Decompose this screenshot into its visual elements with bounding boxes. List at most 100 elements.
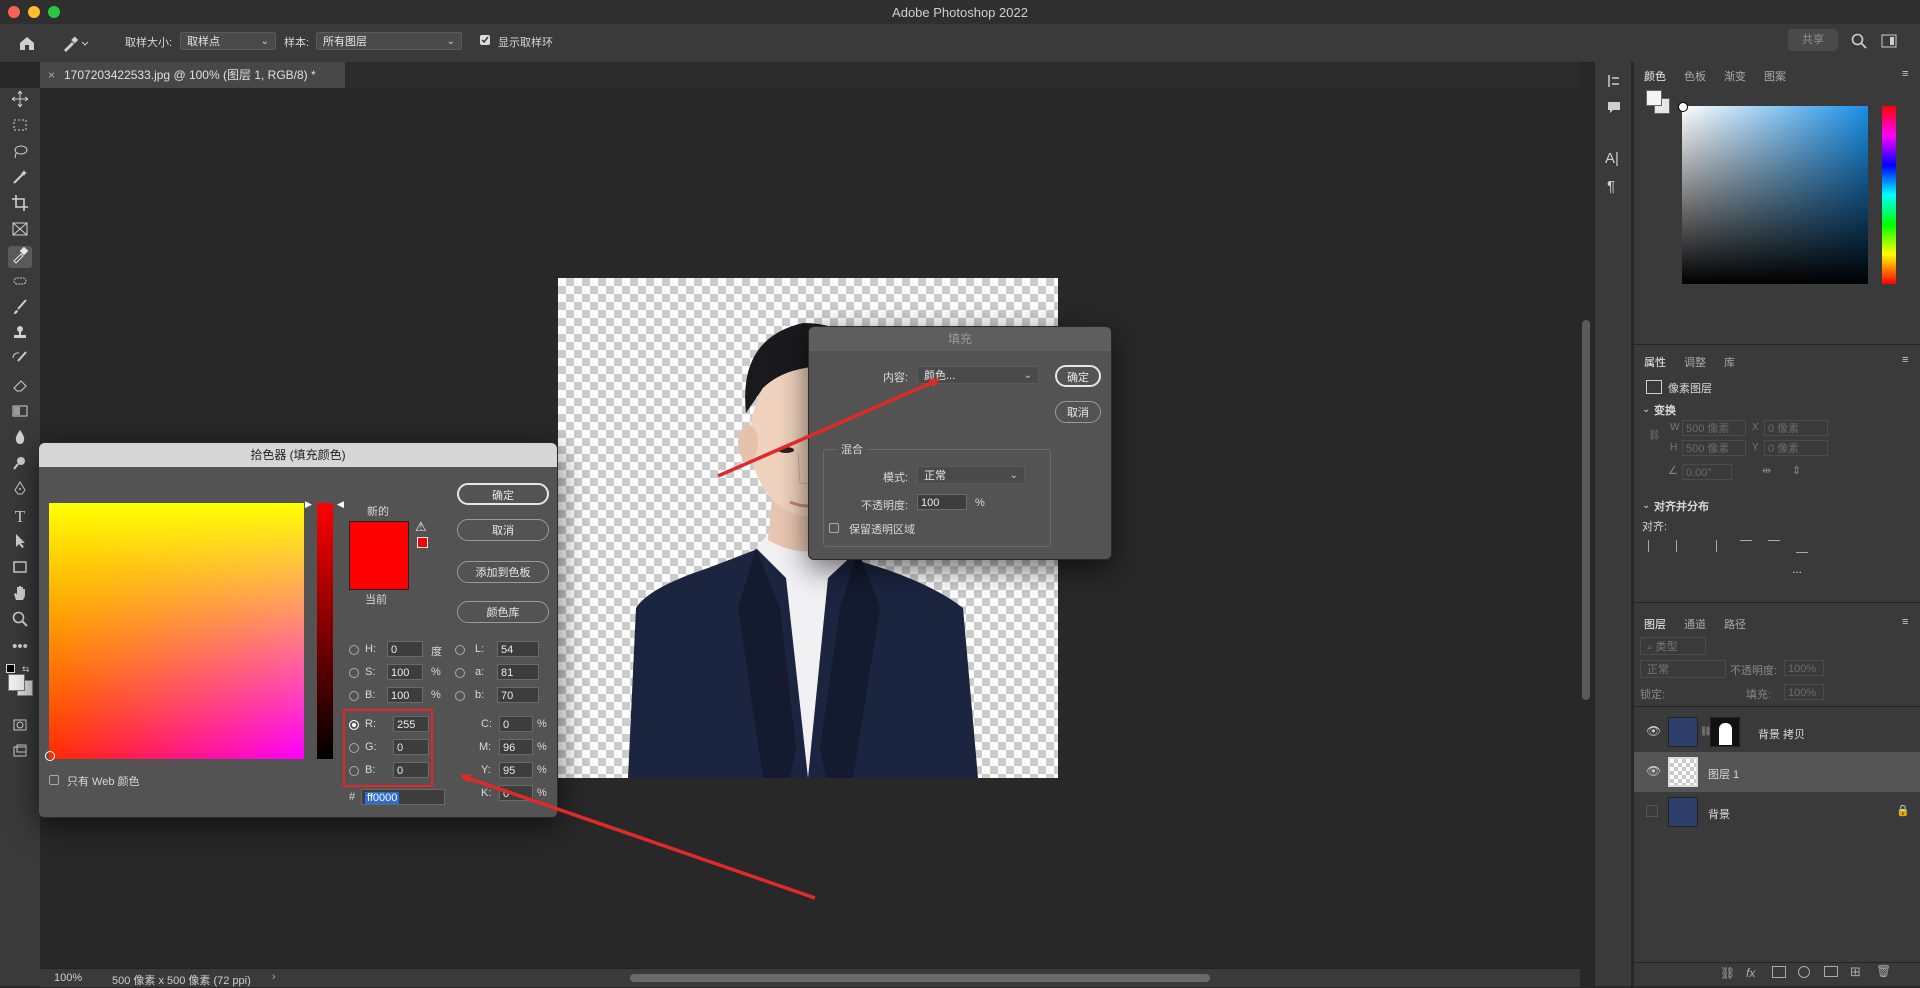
cancel-button[interactable]: 取消 — [1055, 401, 1101, 423]
a-radio[interactable] — [455, 668, 465, 678]
color-libraries-button[interactable]: 颜色库 — [457, 601, 549, 623]
search-icon[interactable] — [1850, 32, 1868, 50]
a-input[interactable]: 81 — [497, 664, 539, 680]
y-input[interactable]: 0 像素 — [1764, 440, 1828, 456]
c-input[interactable]: 0 — [499, 716, 533, 732]
tab-properties[interactable]: 属性 — [1644, 354, 1666, 370]
lasso-tool-icon[interactable] — [8, 142, 32, 164]
delete-layer-icon[interactable]: 🗑 — [1876, 964, 1891, 978]
frame-tool-icon[interactable] — [8, 220, 32, 242]
value-slider[interactable] — [317, 503, 333, 759]
tab-libraries[interactable]: 库 — [1724, 354, 1735, 370]
width-input[interactable]: 500 像素 — [1682, 420, 1746, 436]
stamp-tool-icon[interactable] — [8, 324, 32, 346]
horizontal-scrollbar[interactable] — [630, 974, 1210, 982]
blur-tool-icon[interactable] — [8, 428, 32, 450]
layer-row[interactable]: 👁 图层 1 — [1634, 752, 1920, 792]
paragraph-panel-icon[interactable]: ¶ — [1607, 178, 1625, 196]
h-input[interactable]: 0 — [387, 641, 423, 657]
color-field-cursor[interactable] — [1678, 102, 1688, 112]
align-top-icon[interactable] — [1740, 540, 1752, 553]
vertical-scrollbar[interactable] — [1582, 320, 1590, 700]
show-ring-checkbox[interactable] — [480, 35, 490, 45]
l-input[interactable]: 54 — [497, 641, 539, 657]
s-radio[interactable] — [349, 668, 359, 678]
color-field[interactable] — [1678, 102, 1868, 284]
blend-mode-select[interactable]: 正常 — [1640, 660, 1726, 678]
x-input[interactable]: 0 像素 — [1764, 420, 1828, 436]
k-input[interactable]: 0 — [499, 785, 533, 801]
path-selection-tool-icon[interactable] — [8, 532, 32, 554]
group-folder-icon[interactable] — [1824, 966, 1838, 977]
layer-row[interactable]: 👁 ⛓ 背景 拷贝 — [1634, 712, 1920, 752]
healing-brush-tool-icon[interactable] — [8, 272, 32, 294]
gamut-warning-swatch[interactable] — [417, 537, 428, 548]
sample-select[interactable]: 所有图层 ⌄ — [316, 32, 462, 50]
default-colors-icon[interactable] — [6, 664, 15, 673]
magic-wand-tool-icon[interactable] — [8, 168, 32, 190]
gradient-tool-icon[interactable] — [8, 402, 32, 424]
current-color-swatch[interactable] — [349, 555, 409, 590]
workspace-icon[interactable] — [1880, 32, 1898, 50]
type-tool-icon[interactable]: T — [8, 506, 32, 528]
eyedropper-tool-icon[interactable] — [8, 246, 32, 268]
mode-select[interactable]: 正常 ⌄ — [917, 466, 1025, 484]
eyedropper-tool-preset-icon[interactable] — [60, 32, 90, 54]
opacity-input[interactable]: 100 — [917, 494, 967, 510]
tab-adjustments[interactable]: 调整 — [1684, 354, 1706, 370]
panel-menu-icon[interactable]: ≡ — [1902, 616, 1908, 628]
quick-mask-icon[interactable] — [8, 716, 32, 738]
align-center-v-icon[interactable] — [1768, 540, 1780, 553]
hue-slider[interactable] — [1882, 106, 1896, 284]
tab-channels[interactable]: 通道 — [1684, 616, 1706, 632]
web-colors-checkbox[interactable] — [49, 775, 59, 785]
bv-radio[interactable] — [349, 691, 359, 701]
tab-layers[interactable]: 图层 — [1644, 616, 1666, 632]
sample-size-select[interactable]: 取样点 ⌄ — [180, 32, 276, 50]
tab-paths[interactable]: 路径 — [1724, 616, 1746, 632]
flip-vertical-icon[interactable]: ⇕ — [1792, 464, 1801, 477]
comments-panel-icon[interactable] — [1605, 98, 1623, 116]
document-tab[interactable]: × 1707203422533.jpg @ 100% (图层 1, RGB/8)… — [40, 62, 345, 88]
align-left-icon[interactable] — [1648, 540, 1661, 552]
slider-right-arrow-icon[interactable]: ◀ — [337, 499, 344, 510]
visibility-eye-icon[interactable]: 👁 — [1646, 724, 1661, 738]
l-radio[interactable] — [455, 645, 465, 655]
history-brush-tool-icon[interactable] — [8, 350, 32, 372]
b-lab-radio[interactable] — [455, 691, 465, 701]
y-input[interactable]: 95 — [499, 762, 533, 778]
new-layer-icon[interactable]: ⊞ — [1850, 964, 1861, 980]
pen-tool-icon[interactable] — [8, 480, 32, 502]
link-icon[interactable]: ⛓ — [1648, 430, 1661, 441]
color-field-cursor[interactable] — [45, 751, 55, 761]
tab-gradients[interactable]: 渐变 — [1724, 68, 1746, 84]
chevron-right-icon[interactable]: › — [272, 971, 276, 983]
more-tools-icon[interactable]: ••• — [8, 636, 32, 658]
visibility-toggle[interactable] — [1646, 805, 1658, 817]
foreground-color-swatch[interactable] — [8, 674, 25, 691]
link-layers-icon[interactable]: ⛓ — [1720, 966, 1735, 980]
b-lab-input[interactable]: 70 — [497, 687, 539, 703]
cancel-button[interactable]: 取消 — [457, 519, 549, 541]
zoom-level[interactable]: 100% — [54, 972, 82, 984]
tab-color[interactable]: 颜色 — [1644, 68, 1666, 84]
hand-tool-icon[interactable] — [8, 584, 32, 606]
close-tab-icon[interactable]: × — [48, 62, 55, 88]
dodge-tool-icon[interactable] — [8, 454, 32, 476]
m-input[interactable]: 96 — [499, 739, 533, 755]
panel-menu-icon[interactable]: ≡ — [1902, 68, 1908, 80]
crop-tool-icon[interactable] — [8, 194, 32, 216]
layer-filter-select[interactable]: ⌕ 类型 — [1640, 637, 1706, 655]
s-input[interactable]: 100 — [387, 664, 423, 680]
angle-input[interactable]: 0.00° — [1682, 464, 1732, 480]
eraser-tool-icon[interactable] — [8, 376, 32, 398]
home-icon[interactable] — [16, 32, 38, 54]
warning-icon[interactable]: ⚠ — [415, 519, 427, 535]
ok-button[interactable]: 确定 — [1055, 365, 1101, 387]
slider-left-arrow-icon[interactable]: ▶ — [305, 499, 312, 510]
add-to-swatches-button[interactable]: 添加到色板 — [457, 561, 549, 583]
fg-bg-swatch[interactable] — [1646, 90, 1670, 114]
ok-button[interactable]: 确定 — [457, 483, 549, 505]
hex-input[interactable]: ff0000 — [361, 789, 445, 805]
layer-opacity-input[interactable]: 100% — [1784, 660, 1824, 676]
